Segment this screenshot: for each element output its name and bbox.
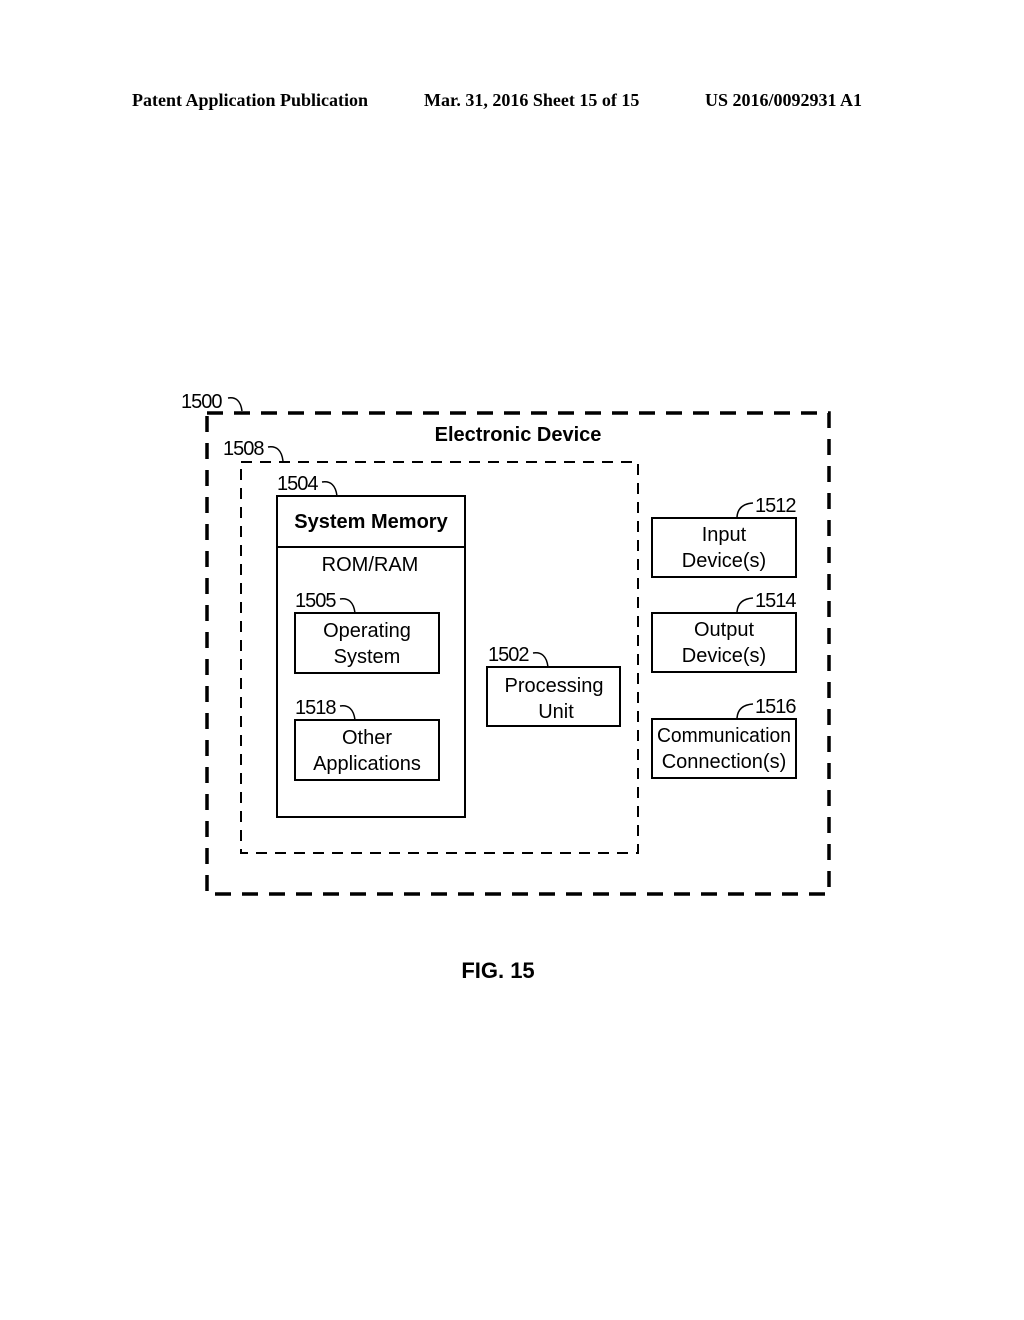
leader-1500 (227, 397, 243, 412)
communication-line2: Connection(s) (662, 751, 787, 773)
leader-1508 (267, 446, 284, 462)
processing-unit-line1: Processing (505, 675, 604, 697)
ref-1516: 1516 (755, 696, 796, 718)
system-memory-title: System Memory (294, 511, 448, 533)
ref-1504: 1504 (277, 473, 318, 495)
electronic-device-title: Electronic Device (435, 424, 602, 446)
operating-system-line2: System (334, 646, 401, 668)
ref-1505: 1505 (295, 590, 336, 612)
figure-label: FIG. 15 (461, 958, 534, 983)
ref-1508: 1508 (223, 438, 264, 460)
other-applications-line2: Applications (313, 753, 421, 775)
ref-1502: 1502 (488, 644, 529, 666)
block-diagram: 1500 Electronic Device 1508 1504 System … (181, 391, 831, 983)
ref-1514: 1514 (755, 590, 796, 612)
output-devices-line1: Output (694, 619, 754, 641)
rom-ram-label: ROM/RAM (322, 554, 419, 576)
operating-system-line1: Operating (323, 620, 411, 642)
processing-unit-line2: Unit (538, 701, 574, 723)
output-devices-line2: Device(s) (682, 645, 766, 667)
input-devices-line1: Input (702, 524, 747, 546)
leader-1518 (339, 705, 356, 721)
leader-1505 (339, 598, 356, 614)
communication-line1: Communication (657, 725, 791, 747)
other-applications-line1: Other (342, 727, 392, 749)
ref-1518: 1518 (295, 697, 336, 719)
ref-1512: 1512 (755, 495, 796, 517)
leader-1512 (736, 502, 754, 518)
leader-1516 (736, 703, 754, 719)
ref-1500: 1500 (181, 391, 222, 413)
leader-1502 (532, 652, 549, 668)
leader-1514 (736, 597, 754, 613)
leader-1504 (321, 481, 338, 497)
input-devices-line2: Device(s) (682, 550, 766, 572)
